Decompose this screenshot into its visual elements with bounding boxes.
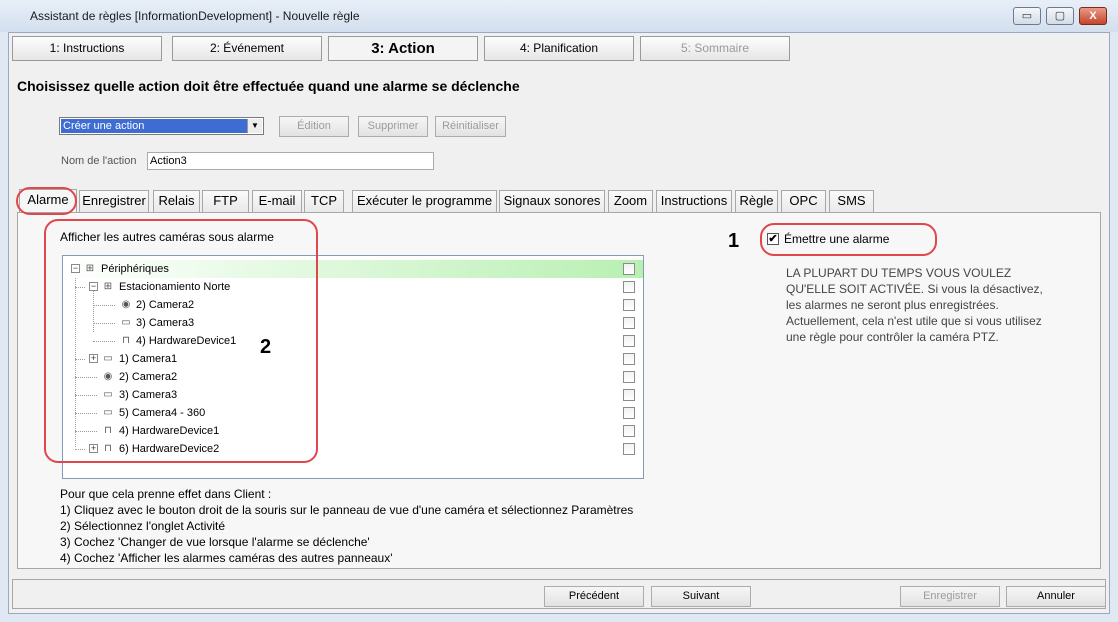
tree-checkbox[interactable]	[623, 371, 635, 383]
window-title-bar: Assistant de règles [InformationDevelopm…	[0, 0, 1118, 32]
emit-alarm-info: LA PLUPART DU TEMPS VOUS VOULEZ QU'ELLE …	[786, 266, 1043, 344]
tree-checkbox[interactable]	[623, 353, 635, 365]
tree-checkbox[interactable]	[623, 317, 635, 329]
instruction-line: 2) Sélectionnez l'onglet Activité	[60, 519, 226, 533]
window-title: Assistant de règles [InformationDevelopm…	[30, 9, 360, 23]
callout-outline-tree	[44, 219, 318, 463]
action-name-label: Nom de l'action	[61, 155, 137, 167]
action-select[interactable]: Créer une action ▼	[59, 117, 264, 135]
close-icon[interactable]: X	[1079, 7, 1107, 25]
tab-instructions[interactable]: Instructions	[656, 190, 732, 212]
tree-checkbox[interactable]	[623, 299, 635, 311]
tab-enregistrer[interactable]: Enregistrer	[79, 190, 149, 212]
previous-button[interactable]: Précédent	[544, 586, 644, 607]
instruction-line: 1) Cliquez avec le bouton droit de la so…	[60, 503, 634, 517]
tab-executer[interactable]: Exécuter le programme	[352, 190, 497, 212]
maximize-icon[interactable]: ▢	[1046, 7, 1074, 25]
step-event[interactable]: 2: Événement	[172, 36, 322, 61]
page-title: Choisissez quelle action doit être effec…	[17, 78, 520, 94]
delete-button: Supprimer	[358, 116, 428, 137]
edit-button: Édition	[279, 116, 349, 137]
wizard-frame: 1: Instructions 2: Événement 3: Action 4…	[8, 32, 1110, 614]
tab-ftp[interactable]: FTP	[202, 190, 249, 212]
save-button: Enregistrer	[900, 586, 1000, 607]
tab-zoom[interactable]: Zoom	[608, 190, 653, 212]
minimize-icon[interactable]: ▭	[1013, 7, 1041, 25]
tab-tcp[interactable]: TCP	[304, 190, 344, 212]
instruction-line: Pour que cela prenne effet dans Client :	[60, 487, 272, 501]
tree-checkbox[interactable]	[623, 335, 635, 347]
cancel-button[interactable]: Annuler	[1006, 586, 1106, 607]
step-action[interactable]: 3: Action	[328, 36, 478, 61]
tree-checkbox[interactable]	[623, 407, 635, 419]
step-instructions[interactable]: 1: Instructions	[12, 36, 162, 61]
instruction-line: 3) Cochez 'Changer de vue lorsque l'alar…	[60, 535, 370, 549]
step-schedule[interactable]: 4: Planification	[484, 36, 634, 61]
client-instructions: Pour que cela prenne effet dans Client :…	[60, 486, 633, 566]
tree-checkbox[interactable]	[623, 281, 635, 293]
action-name-input[interactable]: Action3	[147, 152, 434, 170]
tab-signaux[interactable]: Signaux sonores	[499, 190, 605, 212]
tab-email[interactable]: E-mail	[252, 190, 302, 212]
next-button[interactable]: Suivant	[651, 586, 751, 607]
callout-outline-alarm-tab	[16, 187, 77, 215]
instruction-line: 4) Cochez 'Afficher les alarmes caméras …	[60, 551, 393, 565]
tab-opc[interactable]: OPC	[781, 190, 826, 212]
chevron-down-icon[interactable]: ▼	[247, 119, 262, 133]
reset-button: Réinitialiser	[435, 116, 506, 137]
tree-checkbox[interactable]	[623, 263, 635, 275]
tab-relais[interactable]: Relais	[153, 190, 200, 212]
callout-outline-emit-alarm	[760, 223, 937, 256]
callout-number-1: 1	[728, 230, 740, 252]
step-summary: 5: Sommaire	[640, 36, 790, 61]
tab-sms[interactable]: SMS	[829, 190, 874, 212]
tab-regle[interactable]: Règle	[735, 190, 778, 212]
action-select-value: Créer une action	[61, 119, 247, 133]
tree-checkbox[interactable]	[623, 425, 635, 437]
tree-checkbox[interactable]	[623, 443, 635, 455]
tree-checkbox[interactable]	[623, 389, 635, 401]
